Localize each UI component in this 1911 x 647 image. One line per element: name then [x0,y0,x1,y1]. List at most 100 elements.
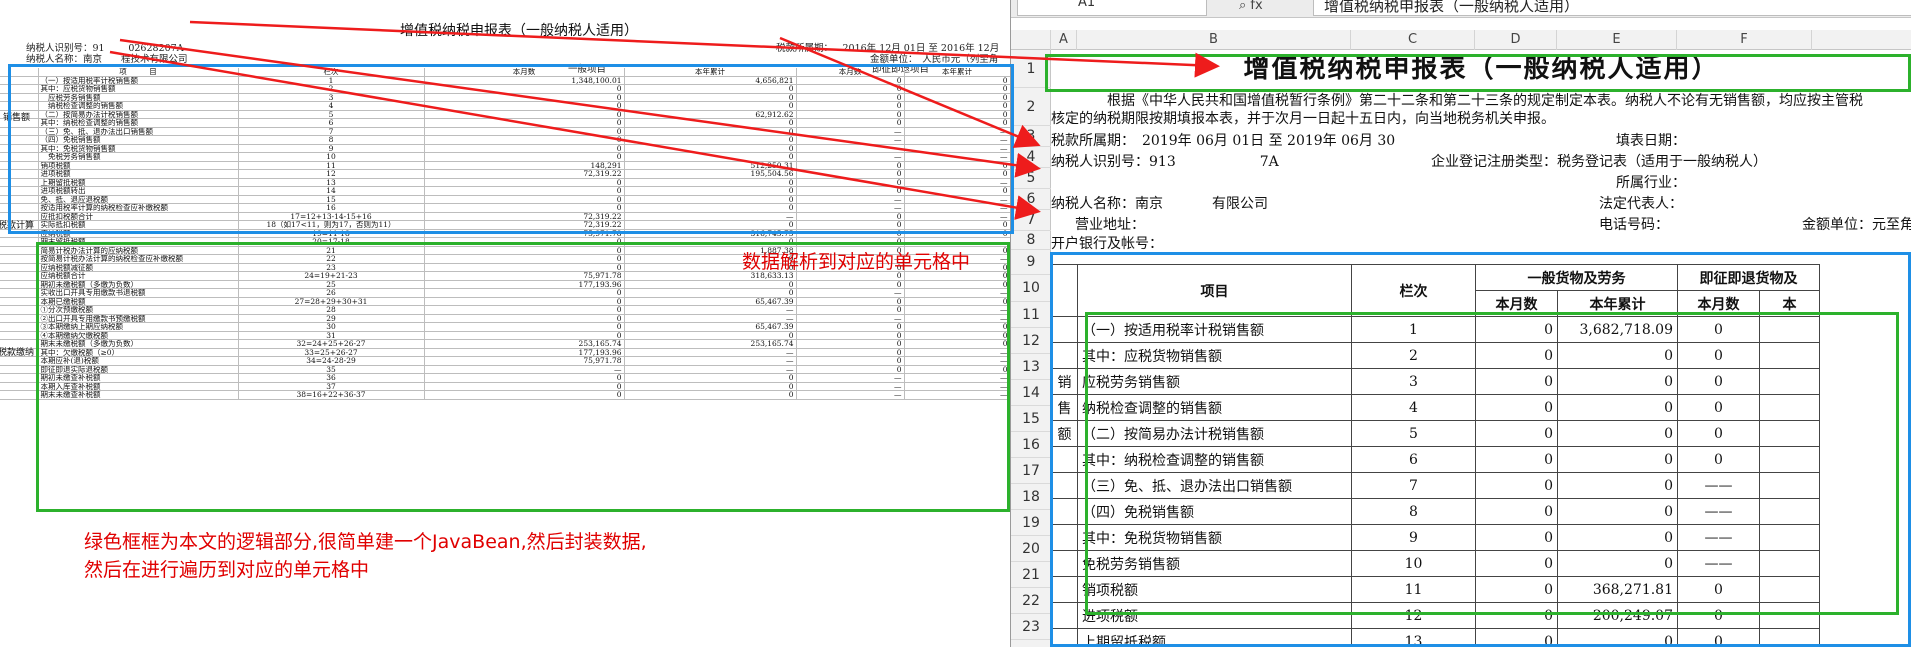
column-header-a[interactable]: A [1051,30,1077,50]
row-header-1[interactable]: 1 [1011,50,1051,88]
row-header-7[interactable]: 7 [1011,210,1051,231]
sheet-cell-rm[interactable]: 0 [1677,576,1760,603]
row-header-15[interactable]: 15 [1011,406,1051,432]
sheet-fill-date[interactable]: 填表日期： [1616,130,1686,150]
row-header-12[interactable]: 12 [1011,328,1051,354]
sheet-cell-no[interactable]: 6 [1351,446,1476,473]
row-header-18[interactable]: 18 [1011,484,1051,510]
row-header-11[interactable]: 11 [1011,302,1051,328]
sheet-cell-no[interactable]: 9 [1351,524,1476,551]
sheet-cell-no[interactable]: 2 [1351,342,1476,369]
sheet-cell-y[interactable]: 0 [1557,550,1678,577]
row-header-10[interactable]: 10 [1011,275,1051,302]
fx-icon[interactable]: ⌕ fx [1239,0,1263,13]
row-header-14[interactable]: 14 [1011,380,1051,406]
sheet-bank[interactable]: 开户银行及帐号： [1051,233,1163,253]
sheet-head-month[interactable]: 本月数 [1475,290,1558,317]
sheet-cell-name[interactable]: 上期留抵税额 [1077,628,1352,647]
sheet-cell-refund-year[interactable] [1759,498,1820,525]
sheet-head-blank[interactable] [1051,264,1078,317]
row-header-8[interactable]: 8 [1011,231,1051,250]
sheet-cell-y[interactable]: 0 [1557,498,1678,525]
row-header-23[interactable]: 23 [1011,614,1051,640]
sheet-cell-name[interactable]: （二）按简易办法计税销售额 [1077,420,1352,447]
sheet-cell-y[interactable]: 0 [1557,628,1678,647]
row-header-6[interactable]: 6 [1011,189,1051,210]
sheet-cell-no[interactable]: 4 [1351,394,1476,421]
sheet-cell-side[interactable] [1051,316,1078,343]
sheet-cell-m[interactable]: 0 [1475,316,1558,343]
sheet-cell-y[interactable]: 0 [1557,342,1678,369]
sheet-cell-refund-year[interactable] [1759,576,1820,603]
sheet-cell-m[interactable]: 0 [1475,420,1558,447]
sheet-cell-m[interactable]: 0 [1475,550,1558,577]
name-box[interactable]: A1 [1017,0,1207,16]
sheet-head-refund[interactable]: 即征即退货物及 [1677,264,1820,291]
sheet-cell-side[interactable] [1051,342,1078,369]
sheet-address[interactable]: 营业地址： [1075,214,1145,234]
sheet-cell-y[interactable]: 0 [1557,420,1678,447]
column-header-d[interactable]: D [1475,30,1557,50]
sheet-head-refund-month[interactable]: 本月数 [1677,290,1760,317]
sheet-cell-name[interactable]: （一）按适用税率计税销售额 [1077,316,1352,343]
sheet-cell-side[interactable]: 销 [1051,368,1078,395]
sheet-cell-side[interactable] [1051,550,1078,577]
sheet-cell-m[interactable]: 0 [1475,628,1558,647]
sheet-cell-rm[interactable]: 0 [1677,446,1760,473]
sheet-cell-rm[interactable]: 0 [1677,368,1760,395]
sheet-cell-refund-year[interactable] [1759,524,1820,551]
sheet-cell-side[interactable] [1051,628,1078,647]
sheet-cell-y[interactable]: 0 [1557,368,1678,395]
sheet-cell-m[interactable]: 0 [1475,446,1558,473]
row-header-19[interactable]: 19 [1011,510,1051,536]
sheet-cell-side[interactable] [1051,472,1078,499]
sheet-taxpayer-name[interactable]: 纳税人名称：南京 有限公司 [1051,193,1268,213]
sheet-cell-rm[interactable]: 0 [1677,602,1760,629]
sheet-period[interactable]: 税款所属期： 2019年 06月 01日 至 2019年 06月 30 [1051,130,1395,150]
sheet-currency[interactable]: 金额单位：元至角 [1802,214,1911,234]
sheet-cell-name[interactable]: 应税劳务销售额 [1077,368,1352,395]
sheet-cell-no[interactable]: 11 [1351,576,1476,603]
formula-input[interactable]: 增值税纳税申报表（一般纳税人适用） [1313,0,1911,16]
sheet-cell-m[interactable]: 0 [1475,394,1558,421]
sheet-cell-name[interactable]: 其中：纳税检查调整的销售额 [1077,446,1352,473]
sheet-cell-side[interactable] [1051,524,1078,551]
sheet-cell-y[interactable]: 368,271.81 [1557,576,1678,603]
sheet-cell-rm[interactable]: 0 [1677,316,1760,343]
sheet-cell-name[interactable]: 纳税检查调整的销售额 [1077,394,1352,421]
sheet-phone[interactable]: 电话号码： [1599,214,1669,234]
sheet-cell-m[interactable]: 0 [1475,602,1558,629]
sheet-cell-name[interactable]: 其中：免税货物销售额 [1077,524,1352,551]
column-header-b[interactable]: B [1077,30,1351,50]
worksheet-grid[interactable]: 增值税纳税申报表（一般纳税人适用） 根据《中华人民共和国增值税暂行条例》第二十二… [1051,50,1911,647]
sheet-cell-refund-year[interactable] [1759,446,1820,473]
sheet-cell-no[interactable]: 13 [1351,628,1476,647]
sheet-cell-refund-year[interactable] [1759,368,1820,395]
sheet-taxpayer-id[interactable]: 纳税人识别号：913 7A [1051,151,1279,171]
sheet-head-no[interactable]: 栏次 [1351,264,1476,317]
sheet-cell-refund-year[interactable] [1759,316,1820,343]
sheet-cell-m[interactable]: 0 [1475,576,1558,603]
sheet-cell-y[interactable]: 3,682,718.09 [1557,316,1678,343]
sheet-cell-no[interactable]: 12 [1351,602,1476,629]
sheet-cell-rm[interactable]: 0 [1677,420,1760,447]
sheet-cell-name[interactable]: （四）免税销售额 [1077,498,1352,525]
sheet-cell-refund-year[interactable] [1759,394,1820,421]
sheet-head-general[interactable]: 一般货物及劳务 [1475,264,1678,291]
row-header-20[interactable]: 20 [1011,536,1051,562]
sheet-cell-no[interactable]: 8 [1351,498,1476,525]
sheet-cell-y[interactable]: 0 [1557,472,1678,499]
sheet-cell-name[interactable]: 进项税额 [1077,602,1352,629]
sheet-cell-side[interactable] [1051,602,1078,629]
row-header-9[interactable]: 9 [1011,250,1051,275]
sheet-cell-no[interactable]: 10 [1351,550,1476,577]
select-all-corner[interactable] [1011,30,1051,50]
sheet-cell-rm[interactable]: 0 [1677,342,1760,369]
sheet-cell-rm[interactable]: —— [1677,498,1760,525]
sheet-cell-side[interactable] [1051,498,1078,525]
row-header-13[interactable]: 13 [1011,354,1051,380]
row-header-17[interactable]: 17 [1011,458,1051,484]
row-header-4[interactable]: 4 [1011,147,1051,168]
row-header-3[interactable]: 3 [1011,126,1051,147]
row-header-5[interactable]: 5 [1011,168,1051,189]
